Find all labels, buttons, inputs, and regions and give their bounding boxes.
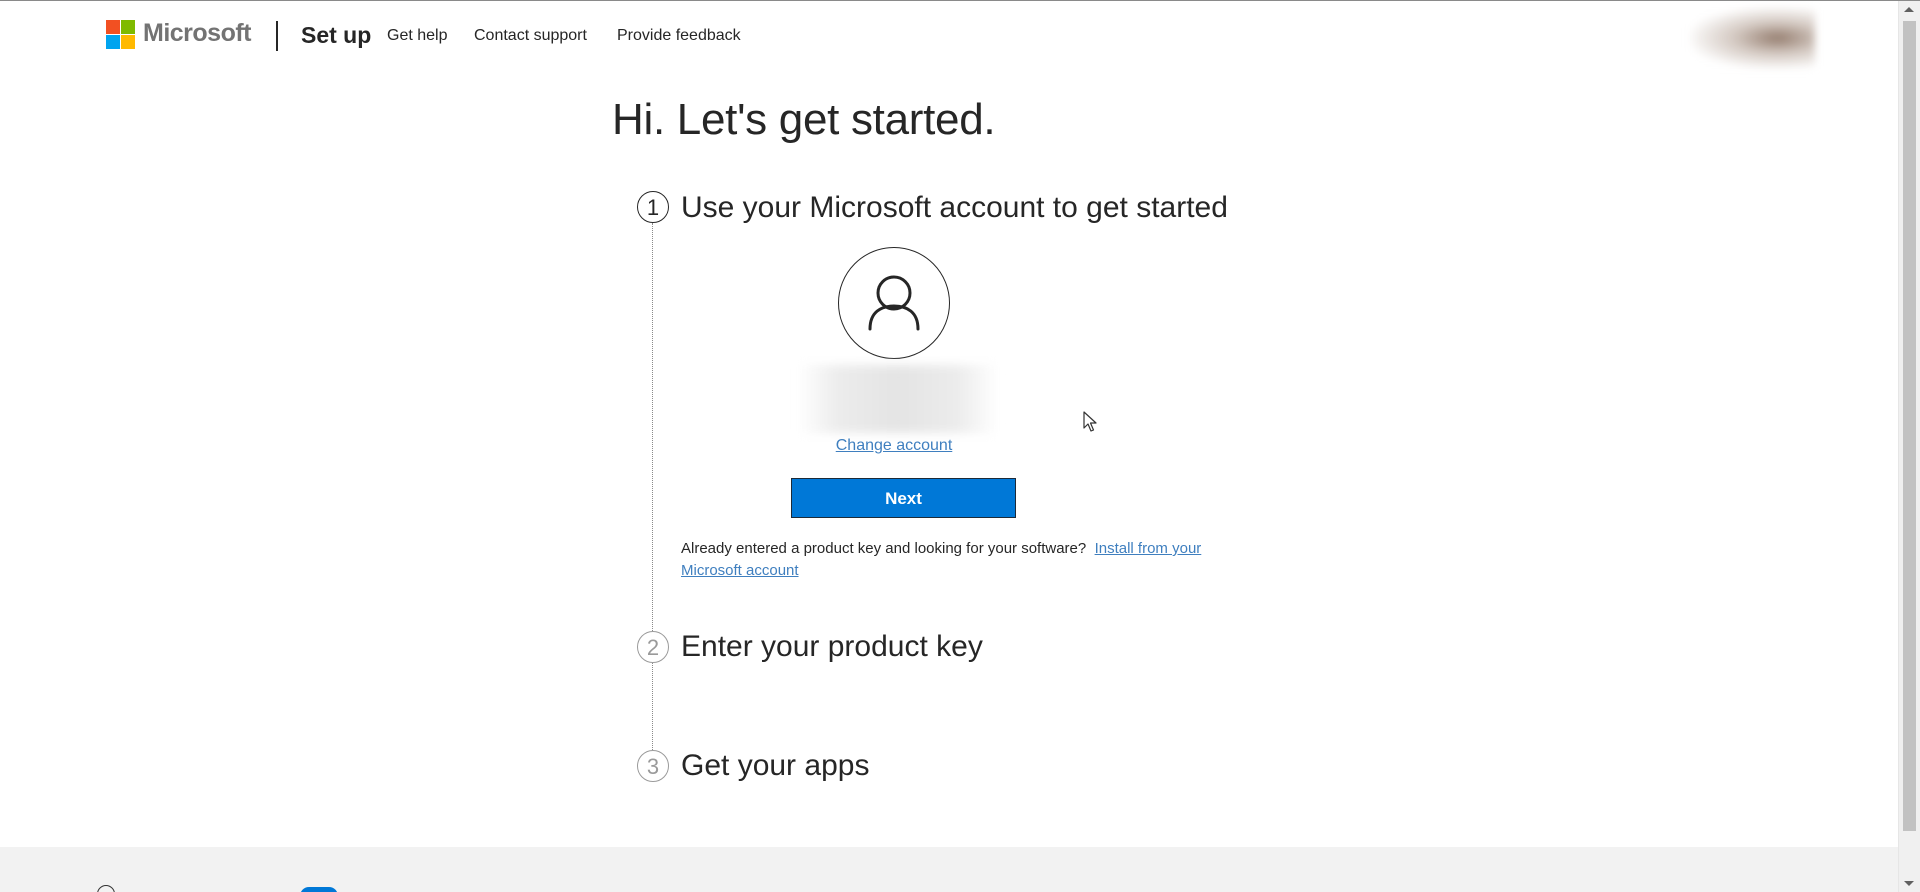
step-1-number: 1 [637, 191, 669, 223]
step-1-title: Use your Microsoft account to get starte… [681, 191, 1228, 224]
step-3-number: 3 [637, 750, 669, 782]
profile-avatar[interactable] [1690, 7, 1815, 69]
nav-contact-support-link[interactable]: Contact support [474, 27, 587, 45]
step-connector-line [652, 663, 653, 750]
microsoft-wordmark[interactable]: Microsoft [143, 19, 252, 48]
logo-blue-square [106, 35, 120, 49]
logo-red-square [106, 20, 120, 34]
nav-provide-feedback-link[interactable]: Provide feedback [617, 27, 741, 45]
page-footer [0, 847, 1898, 892]
product-key-note: Already entered a product key and lookin… [681, 538, 1241, 582]
scroll-up-arrow-icon[interactable] [1904, 7, 1914, 12]
change-account-link[interactable]: Change account [835, 437, 953, 455]
header-divider [276, 21, 278, 51]
nav-get-help-link[interactable]: Get help [387, 27, 447, 45]
logo-green-square [121, 20, 135, 34]
logo-yellow-square [121, 35, 135, 49]
step-3-title: Get your apps [681, 749, 870, 782]
step-2-number: 2 [637, 631, 669, 663]
vertical-scrollbar[interactable] [1898, 1, 1920, 892]
next-button[interactable]: Next [791, 478, 1016, 518]
user-avatar-icon [838, 247, 950, 359]
scroll-down-arrow-icon[interactable] [1904, 881, 1914, 886]
step-2-title: Enter your product key [681, 630, 983, 663]
mouse-pointer-icon [1083, 411, 1097, 432]
microsoft-logo-icon[interactable] [106, 20, 135, 49]
step-connector-line [652, 223, 653, 631]
setup-page: Microsoft Set up Get help Contact suppor… [0, 0, 1920, 892]
privacy-toggle-icon[interactable] [300, 887, 338, 892]
site-header: Microsoft Set up Get help Contact suppor… [0, 1, 1898, 71]
product-key-note-text: Already entered a product key and lookin… [681, 540, 1087, 557]
main-heading: Hi. Let's get started. [612, 95, 996, 144]
globe-icon[interactable] [97, 885, 115, 892]
account-email-redacted [798, 365, 998, 433]
scroll-thumb[interactable] [1903, 21, 1916, 831]
page-title[interactable]: Set up [301, 22, 371, 49]
